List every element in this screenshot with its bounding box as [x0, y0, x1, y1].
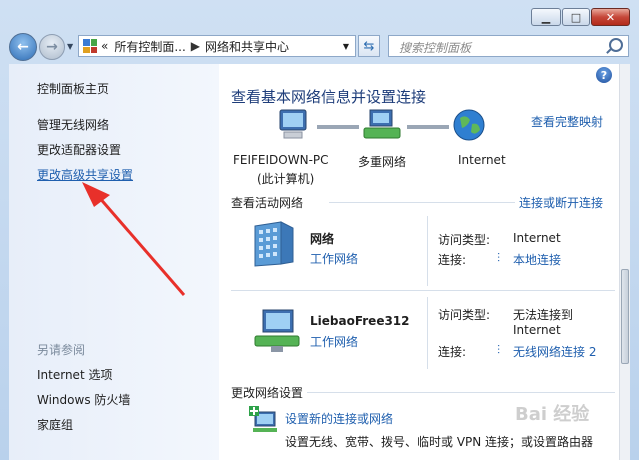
setup-connection-description: 设置无线、宽带、拨号、临时或 VPN 连接；或设置路由器 — [285, 435, 594, 449]
network-2-access-value: 无法连接到 — [513, 308, 574, 322]
network-2-type-link[interactable]: 工作网络 — [310, 333, 358, 350]
scrollbar-thumb[interactable] — [621, 269, 629, 364]
change-settings-heading: 更改网络设置 — [231, 386, 304, 400]
internet-label: Internet — [458, 153, 506, 167]
section-divider — [329, 202, 515, 203]
network-2-access-label: 访问类型: — [438, 308, 491, 322]
network-2-connection-link[interactable]: 无线网络连接 2 — [513, 343, 596, 360]
network-1-access-value: Internet — [513, 231, 561, 245]
multiple-networks-label: 多重网络 — [358, 155, 407, 169]
page-title: 查看基本网络信息并设置连接 — [231, 88, 427, 106]
network-1-connection-link[interactable]: 本地连接 — [513, 251, 561, 268]
view-full-map-link[interactable]: 查看完整映射 — [531, 113, 603, 130]
network-1-connection-label: 连接: — [438, 253, 467, 267]
baidu-watermark: Bai 经验 — [515, 404, 590, 425]
network-1-type-link[interactable]: 工作网络 — [310, 250, 358, 267]
multiple-networks-icon — [363, 109, 401, 139]
help-icon[interactable]: ? — [596, 67, 612, 83]
office-building-icon — [254, 221, 294, 267]
wireless-network-icon — [254, 309, 300, 352]
network-1-access-label: 访问类型: — [438, 233, 491, 247]
window: ▁ □ ✕ ← → ▼ « 所有控制面... ▶ 网络和共享中心 ▼ ⇆ 搜索控… — [0, 0, 639, 460]
vertical-scrollbar[interactable] — [619, 64, 630, 460]
network-1-ethernet-icon: ⫶ — [497, 251, 501, 265]
connect-disconnect-link[interactable]: 连接或断开连接 — [519, 194, 603, 211]
new-connection-icon — [249, 406, 277, 432]
column-divider-2 — [427, 297, 428, 369]
globe-icon — [453, 109, 485, 141]
computer-name: FEIFEIDOWN-PC — [233, 153, 329, 167]
internet-link-line-icon — [407, 125, 449, 129]
column-divider — [427, 216, 428, 286]
computer-icon — [279, 109, 307, 139]
network-1-name: 网络 — [310, 232, 335, 246]
setup-connection-link[interactable]: 设置新的连接或网络 — [285, 410, 393, 427]
computer-sub: (此计算机) — [257, 172, 315, 186]
network-2-access-value-2: Internet — [513, 323, 561, 337]
wireless-signal-icon: ⫶ — [497, 343, 501, 357]
active-networks-heading: 查看活动网络 — [231, 196, 304, 210]
main-panel: 查看基本网络信息并设置连接 查看完整映射 FEIFEIDOWN-PC (此计算机… — [219, 64, 619, 460]
change-settings-divider — [307, 392, 615, 393]
network-2-connection-label: 连接: — [438, 345, 467, 359]
network-link-line-icon — [317, 125, 359, 129]
network-divider — [231, 290, 615, 291]
network-2-name: LiebaoFree312 — [310, 314, 410, 328]
